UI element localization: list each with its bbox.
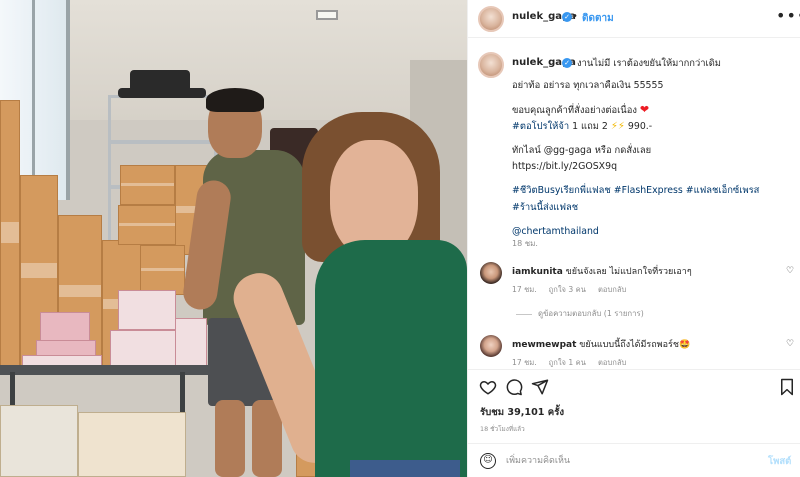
caption-promo: #ตอโปรให้จ้า 1 แถม 2 ⚡⚡ 990.- <box>512 119 792 135</box>
floor-box <box>78 412 186 477</box>
add-comment-bar: ☺ โพสต์ <box>468 443 800 477</box>
box <box>118 205 180 245</box>
caption-time[interactable]: 18 ชม. <box>512 237 538 250</box>
caption-line: อย่าท้อ อย่ารอ ทุกเวลาคือเงิน 55555 <box>512 80 664 91</box>
product-pack <box>175 318 207 366</box>
caption-line: ทักไลน์ @gg-gaga หรือ กดสั่งเลย <box>512 144 652 156</box>
comment-bubble-icon[interactable] <box>505 378 523 401</box>
post-header: nulek_gaga ✓ • ติดตาม ••• <box>468 0 800 38</box>
posted-time[interactable]: 18 ชั่วโมงที่แล้ว <box>480 424 525 434</box>
box-stack <box>0 100 20 370</box>
like-heart-icon-svg <box>479 380 497 395</box>
caption-body: อย่าท้อ อย่ารอ ทุกเวลาคือเงิน 55555 ขอบค… <box>512 78 792 240</box>
post-media[interactable] <box>0 0 467 477</box>
comment-meta: 17 ชม. ถูกใจ 3 คน ตอบกลับ <box>512 284 638 296</box>
separator-dot: • <box>572 11 578 22</box>
comment-likes[interactable]: ถูกใจ 1 คน <box>549 358 586 367</box>
view-replies-button[interactable]: ดูข้อความตอบกลับ (1 รายการ) <box>516 308 644 320</box>
hashtag-line[interactable]: #ร้านนี้ส่งแฟลช <box>512 200 792 216</box>
product-pack <box>118 290 176 330</box>
red-heart-emoji-icon: ❤ <box>639 103 650 117</box>
product-pack <box>110 330 180 366</box>
emoji-picker-icon[interactable]: ☺ <box>480 453 496 469</box>
table <box>0 365 210 375</box>
woman-top <box>315 240 467 477</box>
caption-thanks: ขอบคุณลูกค้าที่สั่งอย่างต่อเนื่อง <box>512 105 637 117</box>
caption-avatar[interactable] <box>478 52 504 78</box>
action-bar <box>468 369 800 409</box>
hashtag-line[interactable]: #ชีวิตBusyเรียกพี่แฟลช #FlashExpress #แฟ… <box>512 183 792 199</box>
commenter-username[interactable]: mewmewpat <box>512 340 576 350</box>
comment-like-heart-icon[interactable]: ♡ <box>786 266 794 276</box>
promo-price: 990.- <box>624 120 653 132</box>
post-comment-button[interactable]: โพสต์ <box>768 454 791 469</box>
ceiling-light <box>316 10 338 20</box>
promo-text: 1 แถม 2 <box>569 120 611 132</box>
product-pack <box>40 312 90 342</box>
like-heart-icon[interactable] <box>479 378 497 401</box>
verified-badge-icon: ✓ <box>562 58 572 68</box>
comment-like-heart-icon[interactable]: ♡ <box>786 339 794 349</box>
commenter-avatar[interactable] <box>480 335 502 357</box>
comment-time[interactable]: 17 ชม. <box>512 358 537 367</box>
woman-jeans <box>350 460 460 477</box>
comment-input[interactable] <box>506 451 756 471</box>
comment-text: iamkunita ขยันจังเลย ไม่แปลกใจที่รวยเอาๆ <box>512 264 692 278</box>
bag <box>118 88 206 98</box>
shelf-bar <box>110 140 215 144</box>
caption-link[interactable]: https://bit.ly/2GOSX9q <box>512 159 792 175</box>
commenter-avatar[interactable] <box>480 262 502 284</box>
more-options-icon[interactable]: ••• <box>776 6 800 25</box>
save-bookmark-icon-svg <box>781 378 793 396</box>
share-send-icon-svg <box>531 379 549 395</box>
mention-link[interactable]: @chertamthailand <box>512 224 792 240</box>
caption-first-line: งานไม่มี เราต้องขยันให้มากกว่าเดิม <box>577 58 721 69</box>
post-side-panel: nulek_gaga ✓ • ติดตาม ••• nulek_gaga ✓ ง… <box>467 0 800 477</box>
comment-meta: 17 ชม. ถูกใจ 1 คน ตอบกลับ <box>512 357 638 369</box>
box <box>120 165 175 205</box>
commenter-username[interactable]: iamkunita <box>512 267 563 277</box>
man-leg <box>215 400 245 477</box>
comment-time[interactable]: 17 ชม. <box>512 285 537 294</box>
view-count[interactable]: รับชม 39,101 ครั้ง <box>480 405 564 420</box>
comment-body: ขยันจังเลย ไม่แปลกใจที่รวยเอาๆ <box>562 267 692 277</box>
floor-box <box>0 405 78 477</box>
save-bookmark-icon[interactable] <box>779 378 795 401</box>
hashtag-link[interactable]: #ตอโปรให้จ้า <box>512 121 569 132</box>
comment-bubble-icon-svg <box>506 379 523 396</box>
reply-button[interactable]: ตอบกลับ <box>598 285 626 294</box>
share-send-icon[interactable] <box>531 378 549 401</box>
box <box>140 245 185 295</box>
caption-line: ขอบคุณลูกค้าที่สั่งอย่างต่อเนื่อง ❤ <box>512 102 792 118</box>
verified-badge-icon: ✓ <box>562 12 572 22</box>
man-hair <box>206 88 264 112</box>
comment-likes[interactable]: ถูกใจ 3 คน <box>549 285 586 294</box>
comment-body: ขยันแบบนี้ถึงได้มีรถพอร์ช🤩 <box>576 340 691 350</box>
profile-avatar[interactable] <box>478 6 504 32</box>
follow-button[interactable]: ติดตาม <box>582 11 614 26</box>
lightning-emoji-icon: ⚡⚡ <box>610 120 625 132</box>
comment-text: mewmewpat ขยันแบบนี้ถึงได้มีรถพอร์ช🤩 <box>512 337 690 351</box>
reply-button[interactable]: ตอบกลับ <box>598 358 626 367</box>
